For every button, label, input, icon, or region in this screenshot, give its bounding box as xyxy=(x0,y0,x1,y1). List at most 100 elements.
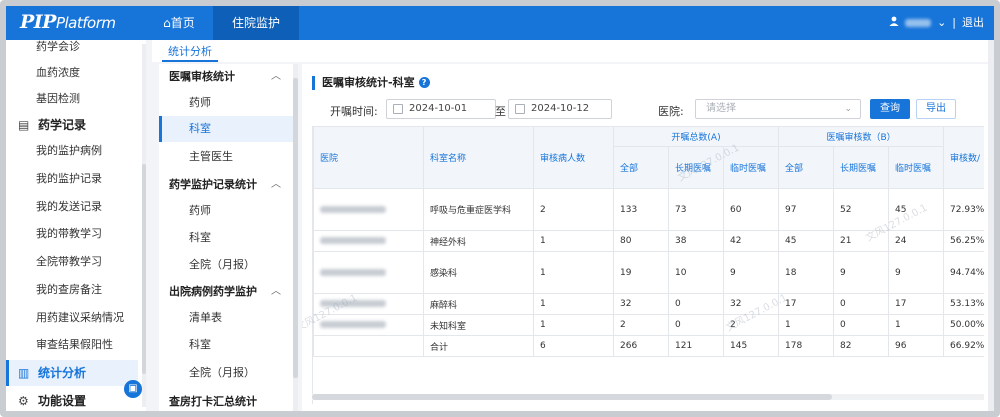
a-long-cell: 0 xyxy=(668,293,724,315)
department-cell: 未知科室 xyxy=(423,314,534,336)
table-row[interactable]: 呼吸与危重症医学科 2 133 73 60 97 52 45 72.93% xyxy=(313,188,984,231)
b-long-cell: 21 xyxy=(833,230,890,252)
a-all-cell: 32 xyxy=(613,293,669,315)
rate-cell: 72.93% xyxy=(943,188,984,231)
sidebar: 药学会诊 血药浓度 基因检测 ▤ 药学记录 我的监护病例 我的监护记录 我的发送记… xyxy=(6,40,146,411)
user-name[interactable] xyxy=(905,19,932,27)
sidebar-item-blood-drug-level[interactable]: 血药浓度 xyxy=(6,60,138,86)
subnav-group-rounds-checkin[interactable]: 查房打卡汇总统计 xyxy=(159,389,293,411)
calendar-icon xyxy=(393,104,403,114)
table-horizontal-scrollbar[interactable] xyxy=(312,394,984,400)
col-patients: 审核病人数 xyxy=(533,126,614,189)
query-button[interactable]: 查询 xyxy=(870,99,910,119)
sub-sidebar: 医嘱审核统计 ︿ 药师 科室 主管医生 药学监护记录统计 ︿ 药师 科室 全院（月报… xyxy=(159,64,293,411)
subnav-scrollbar[interactable] xyxy=(293,64,298,411)
tab-statistics[interactable]: 统计分析 xyxy=(162,42,218,62)
hospital-select[interactable]: 请选择 ⌄ xyxy=(695,99,861,119)
sidebar-item-hospital-teaching[interactable]: 全院带教学习 xyxy=(6,249,138,275)
user-area: ⌄ | 退出 xyxy=(889,6,984,40)
subnav-group-discharge-monitoring[interactable]: 出院病例药学监护 ︿ xyxy=(159,279,293,305)
a-temp-cell: 32 xyxy=(722,293,780,315)
a-long-cell: 0 xyxy=(668,314,724,336)
hospital-cell xyxy=(313,188,424,231)
a-long-cell: 10 xyxy=(668,251,724,294)
a-temp-cell: 9 xyxy=(722,251,780,294)
patients-cell: 1 xyxy=(533,251,614,294)
sidebar-item-my-monitoring-records[interactable]: 我的监护记录 xyxy=(6,166,138,192)
home-icon: ⌂ xyxy=(163,16,171,30)
nav-home-label: 首页 xyxy=(170,16,195,30)
sidebar-item-false-positive[interactable]: 审查结果假阳性 xyxy=(6,332,138,358)
department-cell: 神经外科 xyxy=(423,230,534,252)
sidebar-item-gene-test[interactable]: 基因检测 xyxy=(6,86,138,112)
b-all-cell: 97 xyxy=(778,188,835,231)
subnav-item-attending-doctor[interactable]: 主管医生 xyxy=(159,144,293,170)
table-row[interactable]: 感染科 1 19 10 9 18 9 9 94.74% xyxy=(313,251,984,294)
chevron-up-icon: ︿ xyxy=(271,286,281,297)
a-temp-cell: 2 xyxy=(722,314,780,336)
filter-hospital-label: 医院: xyxy=(658,105,684,118)
department-cell: 感染科 xyxy=(423,251,534,294)
subnav-item-department[interactable]: 科室 xyxy=(159,225,293,251)
table-row[interactable]: 麻醉科 1 32 0 32 17 0 17 53.13% xyxy=(313,293,984,315)
nav-inpatient-label: 住院监护 xyxy=(231,16,280,30)
nav-home[interactable]: ⌂首页 xyxy=(146,6,212,40)
subnav-item-hospital-monthly[interactable]: 全院（月报） xyxy=(159,252,293,278)
a-long-cell: 73 xyxy=(668,188,724,231)
a-long-cell: 121 xyxy=(668,335,724,357)
subnav-group-order-audit[interactable]: 医嘱审核统计 ︿ xyxy=(159,64,293,90)
logout-link[interactable]: 退出 xyxy=(962,6,984,40)
table-row[interactable]: 神经外科 1 80 38 42 45 21 24 56.25% xyxy=(313,230,984,252)
col-hospital: 医院 xyxy=(313,126,424,189)
a-long-cell: 38 xyxy=(668,230,724,252)
document-icon: ▤ xyxy=(18,118,30,132)
subnav-item-pharmacist[interactable]: 药师 xyxy=(159,90,293,116)
chevron-up-icon: ︿ xyxy=(271,179,281,190)
calendar-icon xyxy=(515,104,525,114)
table-row-total[interactable]: 合计 6 266 121 145 178 82 96 66.92% xyxy=(313,335,984,357)
page-scrollbar[interactable] xyxy=(988,40,994,411)
help-icon[interactable]: ? xyxy=(418,77,430,88)
nav-inpatient-monitoring[interactable]: 住院监护 xyxy=(213,6,299,40)
end-date-input[interactable]: 2024-10-12 xyxy=(508,99,612,119)
stats-table: 医院 科室名称 审核病人数 开嘱总数(A) 医嘱审核数（B） 审核数/ 全部 长… xyxy=(313,126,984,357)
sidebar-item-my-sent-records[interactable]: 我的发送记录 xyxy=(6,194,138,220)
subnav-group-monitoring-records[interactable]: 药学监护记录统计 ︿ xyxy=(159,172,293,198)
b-temp-cell: 1 xyxy=(888,314,945,336)
sidebar-item-advice-adoption[interactable]: 用药建议采纳情况 xyxy=(6,305,138,331)
a-all-cell: 80 xyxy=(613,230,669,252)
hospital-cell xyxy=(313,293,424,315)
export-button[interactable]: 导出 xyxy=(916,99,956,119)
a-temp-cell: 145 xyxy=(722,335,780,357)
sidebar-item-my-rounds-notes[interactable]: 我的查房备注 xyxy=(6,277,138,303)
start-date-input[interactable]: 2024-10-01 xyxy=(386,99,496,119)
department-cell: 合计 xyxy=(423,335,534,357)
b-all-cell: 1 xyxy=(778,314,835,336)
app-logo[interactable]: PIPPlatform xyxy=(20,11,116,33)
subnav-item-pharmacist[interactable]: 药师 xyxy=(159,198,293,224)
rate-cell: 50.00% xyxy=(943,314,984,336)
sidebar-group-settings[interactable]: ⚙ 功能设置 xyxy=(6,388,138,411)
table-row[interactable]: 未知科室 1 2 0 2 1 0 1 50.00% xyxy=(313,314,984,336)
sidebar-item-pharmacy-consult[interactable]: 药学会诊 xyxy=(6,40,138,60)
subnav-item-department[interactable]: 科室 xyxy=(159,332,293,358)
rate-cell: 94.74% xyxy=(943,251,984,294)
chevron-down-icon[interactable]: ⌄ xyxy=(937,6,946,40)
chevron-down-icon: ⌄ xyxy=(844,104,852,114)
subnav-item-hospital-monthly[interactable]: 全院（月报） xyxy=(159,360,293,386)
sidebar-scrollbar[interactable] xyxy=(142,44,146,407)
sidebar-item-my-monitored-cases[interactable]: 我的监护病例 xyxy=(6,138,138,164)
subnav-item-department[interactable]: 科室 xyxy=(159,116,293,142)
a-temp-cell: 42 xyxy=(722,230,780,252)
b-all-cell: 17 xyxy=(778,293,835,315)
subnav-item-list[interactable]: 清单表 xyxy=(159,305,293,331)
bar-chart-icon: ▥ xyxy=(18,366,30,380)
sidebar-item-my-teaching[interactable]: 我的带教学习 xyxy=(6,221,138,247)
sidebar-item-statistics[interactable]: ▥ 统计分析 xyxy=(6,360,138,386)
b-long-cell: 0 xyxy=(833,293,890,315)
b-long-cell: 82 xyxy=(833,335,890,357)
sidebar-group-pharmacy-records[interactable]: ▤ 药学记录 xyxy=(6,112,138,138)
book-icon[interactable]: ▣ xyxy=(124,380,142,398)
col-a-long: 长期医嘱 xyxy=(668,146,724,189)
department-cell: 麻醉科 xyxy=(423,293,534,315)
